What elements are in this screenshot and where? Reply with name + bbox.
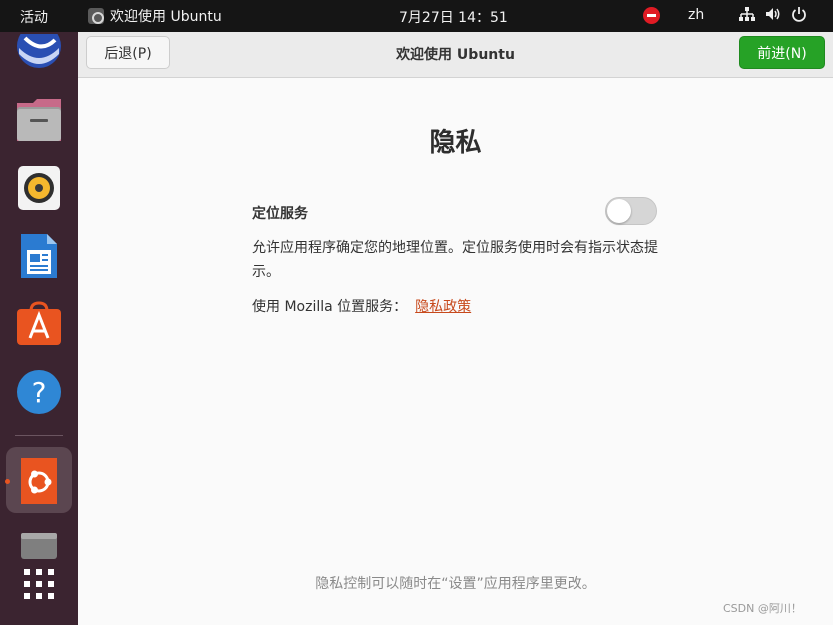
- dock: ?: [0, 32, 78, 625]
- privacy-policy-link[interactable]: 隐私政策: [415, 299, 471, 315]
- top-bar: 活动 欢迎使用 Ubuntu 7月27日 14：51 zh: [0, 0, 833, 32]
- app-menu-icon: [88, 8, 104, 24]
- location-description: 允许应用程序确定您的地理位置。定位服务使用时会有指示状态提示。: [252, 240, 658, 280]
- do-not-disturb-icon[interactable]: [643, 7, 660, 24]
- location-services-toggle[interactable]: [605, 197, 657, 225]
- mozilla-location-line: 使用 Mozilla 位置服务： 隐私政策: [252, 296, 471, 316]
- svg-text:?: ?: [32, 376, 47, 409]
- system-menu[interactable]: [738, 5, 808, 23]
- page-title: 隐私: [429, 128, 482, 158]
- help-icon[interactable]: ?: [15, 368, 63, 416]
- watermark: CSDN @阿川！: [723, 602, 802, 615]
- app-center-icon[interactable]: [15, 300, 63, 348]
- app-menu-title: 欢迎使用 Ubuntu: [110, 9, 222, 25]
- power-icon: [792, 7, 806, 22]
- window-title: 欢迎使用 Ubuntu: [396, 47, 515, 63]
- header-bar: 后退(P) 欢迎使用 Ubuntu 前进(N): [78, 32, 833, 78]
- app-menu[interactable]: 欢迎使用 Ubuntu: [88, 6, 222, 26]
- settings-footer-note: 隐私控制可以随时在“设置”应用程序里更改。: [315, 576, 596, 592]
- rhythmbox-icon[interactable]: [15, 164, 63, 212]
- clock[interactable]: 7月27日 14：51: [399, 7, 508, 27]
- next-button[interactable]: 前进(N): [739, 36, 825, 69]
- ubuntu-welcome-icon[interactable]: [15, 456, 63, 504]
- dock-separator: [15, 435, 63, 436]
- toggle-knob: [607, 199, 631, 223]
- welcome-window: 后退(P) 欢迎使用 Ubuntu 前进(N) 隐私 定位服务 允许应用程序确定…: [78, 32, 833, 625]
- network-icon: [739, 7, 755, 21]
- input-language-indicator[interactable]: zh: [688, 7, 704, 23]
- volume-icon: [766, 8, 780, 20]
- show-apps-icon[interactable]: [15, 560, 63, 608]
- running-indicator: [5, 479, 10, 484]
- activities-button[interactable]: 活动: [20, 7, 48, 27]
- files-icon[interactable]: [15, 96, 63, 144]
- libreoffice-writer-icon[interactable]: [15, 232, 63, 280]
- mozilla-location-text: 使用 Mozilla 位置服务：: [252, 299, 408, 315]
- location-services-label: 定位服务: [252, 206, 308, 222]
- thunderbird-icon[interactable]: [15, 32, 63, 80]
